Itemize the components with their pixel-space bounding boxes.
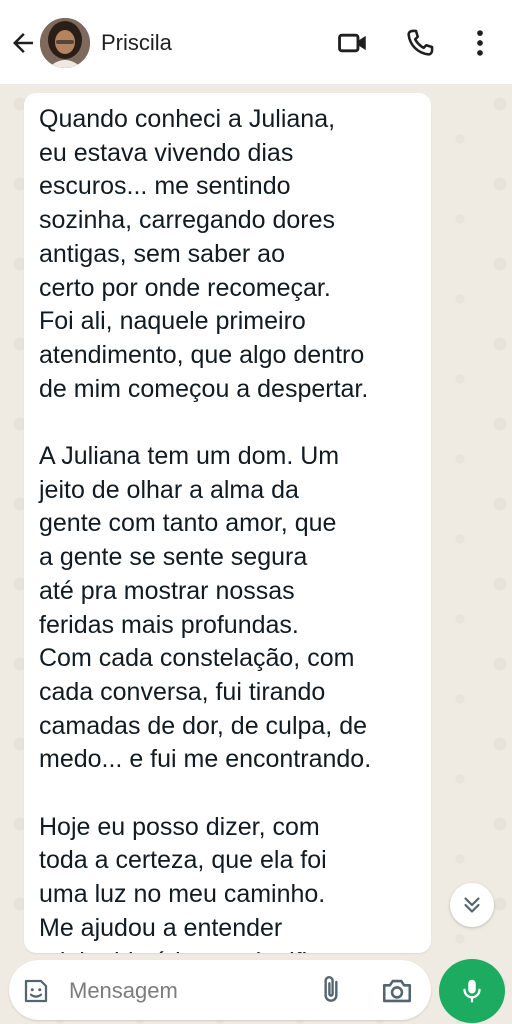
more-vertical-icon[interactable] <box>463 26 497 60</box>
back-arrow-icon[interactable] <box>8 28 38 58</box>
message-input[interactable]: Mensagem <box>69 978 178 1004</box>
voice-message-button[interactable] <box>439 959 505 1023</box>
sticker-icon[interactable] <box>21 976 51 1006</box>
microphone-icon <box>463 979 481 1003</box>
video-call-icon[interactable] <box>336 26 370 60</box>
message-text: Quando conheci a Juliana, eu estava vive… <box>39 105 372 953</box>
phone-icon[interactable] <box>403 26 437 60</box>
message-bubble[interactable]: Quando conheci a Juliana, eu estava vive… <box>24 93 431 953</box>
contact-name[interactable]: Priscila <box>101 30 172 56</box>
scroll-to-bottom-button[interactable] <box>450 883 494 927</box>
message-input-bar[interactable]: Mensagem <box>9 960 431 1020</box>
avatar[interactable] <box>40 18 90 68</box>
paperclip-icon[interactable] <box>315 974 347 1006</box>
double-chevron-down-icon <box>464 897 480 913</box>
chat-header: Priscila <box>0 0 512 85</box>
camera-icon[interactable] <box>380 974 414 1008</box>
